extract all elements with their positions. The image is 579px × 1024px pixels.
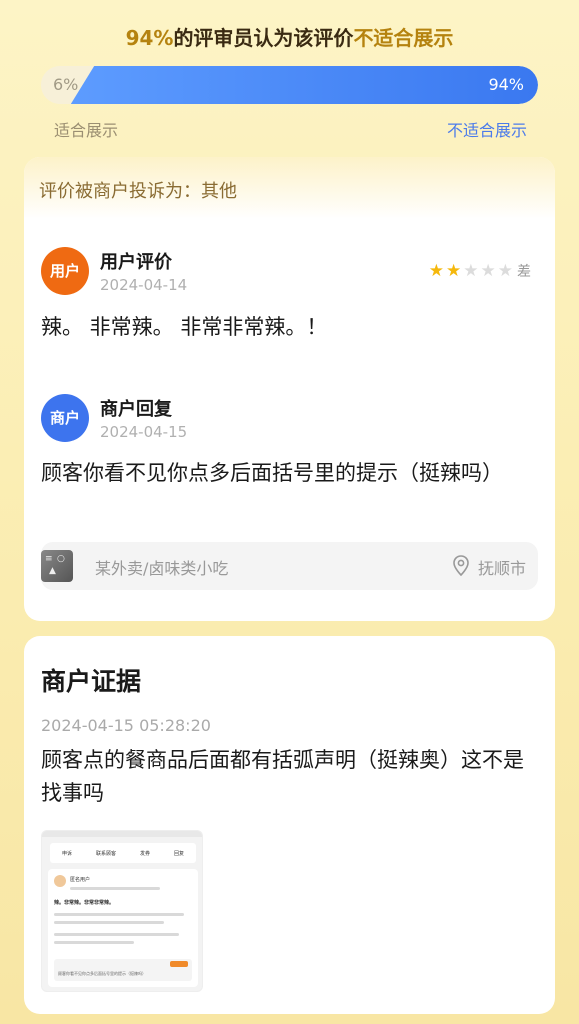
screenshot-user-name: 匿名用户 [70, 877, 91, 883]
evidence-title: 商户证据 [41, 667, 142, 696]
vote-suitable-percent: 6% [53, 75, 79, 94]
screenshot-action-tabs: 申诉 联系顾客 发券 回复 [50, 843, 196, 863]
location-pin-icon [453, 555, 469, 577]
screenshot-text-line [54, 921, 164, 924]
screenshot-tab: 发券 [139, 850, 150, 857]
screenshot-reply-box: 顾客你看不见你点多后面括号里的提示（挺辣吗） [54, 959, 192, 981]
merchant-reply-text: 顾客你看不见你点多后面括号里的提示（挺辣吗） [41, 461, 503, 485]
rating-label: 差 [517, 264, 531, 280]
screenshot-avatar [54, 875, 66, 887]
star-filled-icon: ★ [428, 260, 444, 281]
merchant-avatar: 商户 [41, 394, 89, 442]
evidence-timestamp: 2024-04-15 05:28:20 [41, 716, 211, 735]
screenshot-top-bar [42, 831, 202, 837]
verdict-headline: 94%的评审员认为该评价不适合展示 [0, 22, 579, 51]
verdict-percent: 94% [125, 26, 174, 50]
star-filled-icon: ★ [446, 260, 462, 281]
shop-name: 某外卖/卤味类小吃 [95, 559, 229, 578]
star-empty-icon: ★ [463, 260, 479, 281]
user-avatar: 用户 [41, 247, 89, 295]
screenshot-text-line [54, 941, 134, 944]
merchant-reply-title: 商户回复 [100, 399, 172, 420]
merchant-reply-date: 2024-04-15 [100, 423, 188, 441]
screenshot-reply-line: 顾客你看不见你点多后面括号里的提示（挺辣吗） [58, 971, 146, 976]
verdict-middle-text: 的评审员认为该评价 [173, 26, 354, 50]
screenshot-review-line: 辣。非常辣。非常非常辣。 [54, 900, 115, 906]
complaint-reason: 评价被商户投诉为：其他 [24, 157, 555, 219]
review-card: 评价被商户投诉为：其他 用户 用户评价 2024-04-14 ★ ★ ★ ★ ★ 差 辣。… [24, 157, 555, 621]
shop-thumbnail: ≡ ○ ▲ [41, 550, 73, 582]
verdict-result: 不适合展示 [353, 26, 454, 50]
rating-stars: ★ ★ ★ ★ ★ 差 [429, 261, 531, 281]
star-empty-icon: ★ [480, 260, 496, 281]
user-review-date: 2024-04-14 [100, 276, 188, 294]
vote-unsuitable-segment [70, 66, 538, 104]
evidence-screenshot[interactable]: 申诉 联系顾客 发券 回复 匿名用户 辣。非常辣。非常非常辣。 顾客你看不见你点… [41, 830, 203, 992]
screenshot-review-panel: 匿名用户 辣。非常辣。非常非常辣。 顾客你看不见你点多后面括号里的提示（挺辣吗） [48, 869, 198, 987]
unsuitable-label: 不适合展示 [446, 121, 527, 140]
user-review-title: 用户评价 [100, 252, 172, 273]
screenshot-rating-line [70, 887, 160, 890]
evidence-text: 顾客点的餐商品后面都有括弧声明（挺辣奥）这不是找事吗 [41, 748, 524, 805]
evidence-card: 商户证据 2024-04-15 05:28:20 顾客点的餐商品后面都有括弧声明… [24, 636, 555, 1014]
screenshot-tab: 回复 [173, 850, 184, 857]
screenshot-badge [170, 961, 188, 967]
suitable-label: 适合展示 [54, 121, 119, 140]
screenshot-tab: 申诉 [61, 850, 72, 857]
shop-info-row[interactable]: ≡ ○ ▲ 某外卖/卤味类小吃 抚顺市 [41, 542, 538, 590]
star-empty-icon: ★ [497, 260, 513, 281]
vote-progress-bar: 6% 94% [41, 66, 538, 104]
user-review-text: 辣。 非常辣。 非常非常辣。！ [41, 315, 328, 339]
vote-unsuitable-percent: 94% [488, 75, 524, 94]
screenshot-text-line [54, 933, 179, 936]
shop-city: 抚顺市 [477, 559, 526, 578]
screenshot-text-line [54, 913, 184, 916]
screenshot-tab: 联系顾客 [95, 850, 116, 857]
